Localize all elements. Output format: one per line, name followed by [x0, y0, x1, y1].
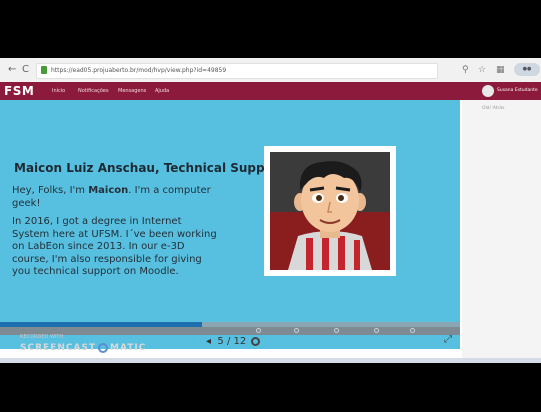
cartoon-avatar-image — [270, 152, 390, 270]
watermark-small-text: RECORDED WITH — [20, 334, 64, 340]
recorder-watermark: RECORDED WITH SCREENCAST MATIC — [20, 334, 145, 360]
lock-icon — [41, 66, 47, 74]
star-icon[interactable]: ☆ — [478, 64, 486, 76]
page-separator: / — [226, 336, 231, 347]
nav-item-messages[interactable]: Mensagens — [118, 87, 146, 95]
presentation-slide: Maicon Luiz Anschau, Technical Support H… — [0, 100, 460, 349]
extensions-icon[interactable]: ▦ — [496, 64, 505, 76]
fullscreen-icon[interactable]: ⤢ — [444, 334, 452, 346]
slide-intro: Hey, Folks, I'm Maicon. I'm a computer g… — [12, 185, 211, 209]
watermark-logo-text: SCREENCAST MATIC — [20, 342, 147, 353]
browser-toolbar: ← C https://ead05.projuaberto.br/mod/hvp… — [0, 58, 541, 83]
nav-item-home[interactable]: Início — [52, 87, 65, 95]
slide-title: Maicon Luiz Anschau, Technical Support — [14, 161, 285, 175]
slide-intro-name: Maicon — [88, 185, 129, 196]
slide-dot[interactable] — [294, 328, 299, 333]
url-text: https://ead05.projuaberto.br/mod/hvp/vie… — [51, 67, 227, 74]
browser-profile-button[interactable]: ●● — [514, 63, 540, 76]
previous-slide-button[interactable]: ◂ — [206, 336, 211, 347]
reload-icon[interactable]: C — [22, 63, 29, 77]
moodle-navbar: FSM Início Notificações Mensagens Ajuda … — [0, 82, 541, 100]
slide-dot[interactable] — [410, 328, 415, 333]
profile-photo — [264, 146, 396, 276]
slide-dot[interactable] — [334, 328, 339, 333]
nav-item-help[interactable]: Ajuda — [155, 87, 169, 95]
search-icon[interactable]: ⚲ — [462, 64, 469, 76]
back-icon[interactable]: ← — [8, 63, 16, 77]
slide-dot[interactable] — [256, 328, 261, 333]
right-sidebar: Olá! Atrás — [462, 100, 541, 363]
browser-window: ← C https://ead05.projuaberto.br/mod/hvp… — [0, 58, 541, 363]
slide-pager: ◂ 5 / 12 — [206, 336, 261, 348]
slide-dot[interactable] — [374, 328, 379, 333]
screencast-logo-icon — [98, 342, 109, 353]
current-slide-number: 5 — [217, 336, 224, 347]
address-bar[interactable]: https://ead05.projuaberto.br/mod/hvp/vie… — [36, 63, 438, 79]
nav-item-notifications[interactable]: Notificações — [78, 87, 109, 95]
slide-body: Hey, Folks, I'm Maicon. I'm a computer g… — [12, 185, 217, 285]
slide-paragraph: In 2016, I got a degree in Internet Syst… — [12, 216, 217, 277]
video-frame: ← C https://ead05.projuaberto.br/mod/hvp… — [0, 0, 541, 412]
os-taskbar — [0, 358, 541, 363]
next-slide-button[interactable] — [251, 336, 261, 346]
site-logo[interactable]: FSM — [4, 83, 34, 99]
user-menu[interactable]: Susana Estudante — [497, 88, 538, 94]
avatar[interactable] — [482, 85, 494, 97]
sidebar-text: Olá! Atrás — [482, 106, 505, 111]
total-slides-number: 12 — [233, 336, 247, 347]
